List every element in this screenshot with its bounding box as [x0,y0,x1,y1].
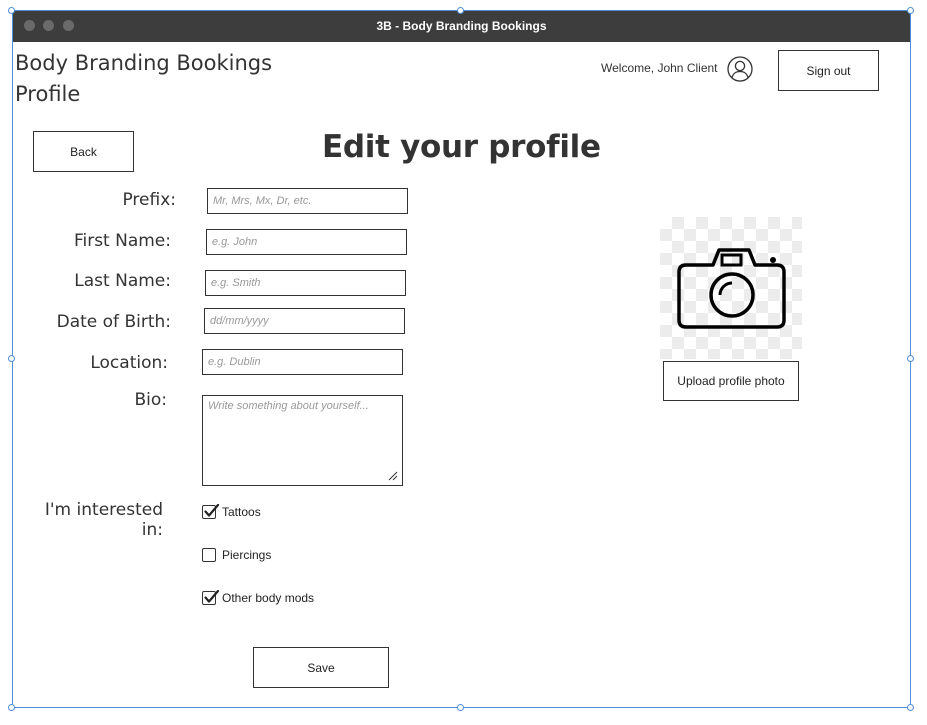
bio-placeholder: Write something about yourself... [208,400,369,412]
sign-out-button[interactable]: Sign out [778,50,879,91]
interests-label: I'm interested in: [44,500,163,540]
welcome-message: Welcome, John Client [601,61,718,75]
prefix-label: Prefix: [122,190,176,210]
profile-photo-placeholder [660,217,802,359]
window-titlebar: 3B - Body Branding Bookings [13,11,910,42]
selection-handle[interactable] [457,704,464,711]
selection-handle[interactable] [8,355,15,362]
selection-handle[interactable] [8,704,15,711]
upload-photo-button[interactable]: Upload profile photo [663,361,799,401]
tattoos-label: Tattoos [222,505,261,519]
last-name-input[interactable]: e.g. Smith [205,270,406,296]
selection-handle[interactable] [457,7,464,14]
selection-handle[interactable] [907,355,914,362]
other-body-mods-label: Other body mods [222,591,315,605]
selection-handle[interactable] [8,7,15,14]
window-title: 3B - Body Branding Bookings [376,19,547,33]
bio-label: Bio: [134,390,167,410]
resize-grip-icon[interactable] [388,471,398,481]
last-name-label: Last Name: [74,271,171,291]
other-body-mods-checkbox[interactable] [202,589,220,605]
selection-handle[interactable] [907,704,914,711]
window-minimize-dot[interactable] [43,20,54,31]
piercings-checkbox[interactable] [202,548,216,562]
bio-textarea[interactable]: Write something about yourself... [202,395,403,486]
window-close-dot[interactable] [24,20,35,31]
dob-label: Date of Birth: [56,312,171,332]
camera-icon [677,248,786,329]
tattoos-checkbox[interactable] [202,503,220,519]
location-input[interactable]: e.g. Dublin [202,349,403,375]
prefix-input[interactable]: Mr, Mrs, Mx, Dr, etc. [207,188,408,214]
app-title: Body Branding Bookings Profile [15,48,272,110]
save-button[interactable]: Save [253,647,389,688]
checkmark-icon [204,589,220,603]
window-maximize-dot[interactable] [63,20,74,31]
page-heading: Edit your profile [322,129,601,165]
first-name-label: First Name: [73,231,171,251]
interest-option-piercings[interactable]: Piercings [202,548,271,562]
piercings-label: Piercings [222,548,272,562]
location-label: Location: [90,353,168,373]
back-button[interactable]: Back [33,131,134,172]
app-name: Body Branding Bookings [15,51,273,75]
user-avatar-icon[interactable] [727,56,753,82]
interest-option-tattoos[interactable]: Tattoos [202,503,261,519]
interest-option-other-body-mods[interactable]: Other body mods [202,589,315,605]
page-name: Profile [15,82,81,106]
first-name-input[interactable]: e.g. John [206,229,407,255]
selection-handle[interactable] [907,7,914,14]
checkmark-icon [204,503,220,517]
dob-input[interactable]: dd/mm/yyyy [204,308,405,334]
